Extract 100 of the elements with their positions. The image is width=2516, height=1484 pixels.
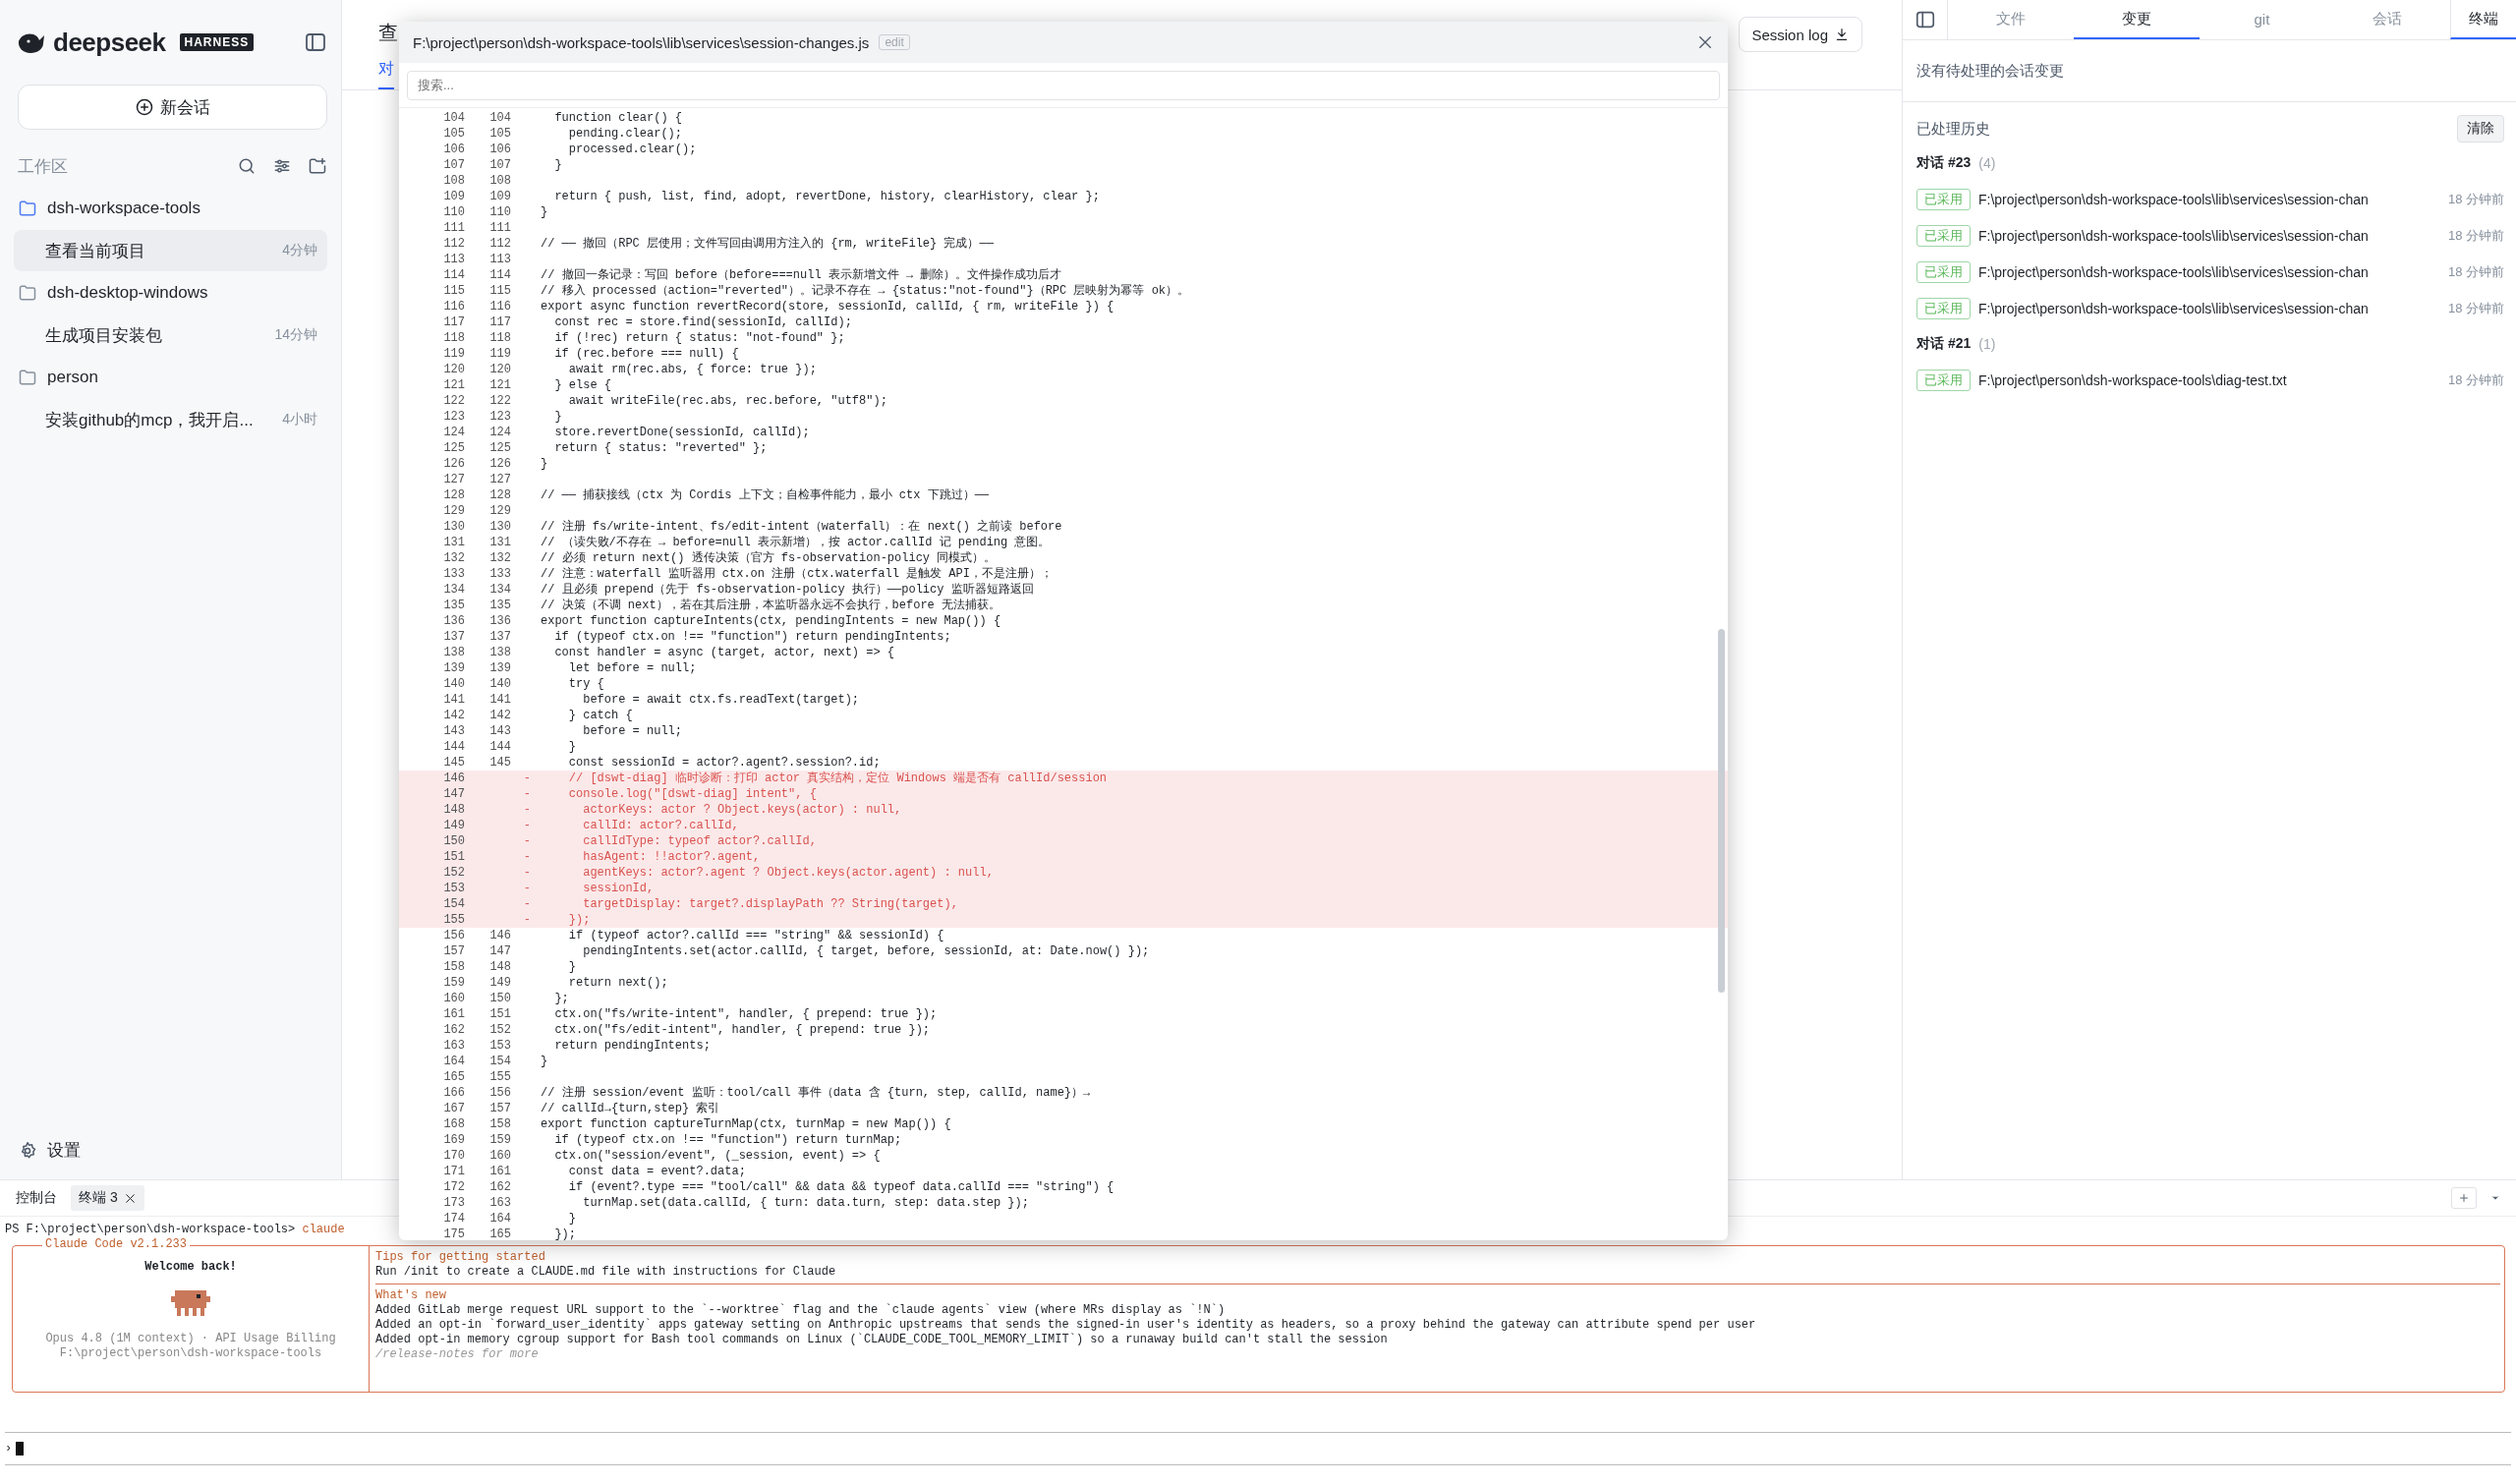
code-line: // （读失败/不存在 → before=null 表示新增），按 actor.callId 记 pending 意图。 (541, 535, 1052, 550)
line-number: 130 (442, 519, 465, 535)
chat-item[interactable]: 生成项目安装包 14分钟 (14, 314, 327, 356)
close-button[interactable] (1696, 33, 1714, 51)
model-info: Opus 4.8 (1M context) · API Usage Billing (45, 1332, 336, 1346)
line-number: 109 (488, 189, 511, 204)
line-number: 121 (488, 377, 511, 393)
file-path[interactable]: F:\project\person\dsh-workspace-tools\lib\services\session-chan (1978, 227, 2440, 244)
clear-button[interactable]: 清除 (2457, 115, 2504, 143)
panel-icon (1914, 9, 1936, 30)
release-notes-hint: /release-notes for more (375, 1347, 540, 1362)
line-number: 148 (442, 802, 465, 818)
settings-link[interactable]: 设置 (47, 1139, 81, 1162)
line-number: 147 (488, 943, 511, 959)
new-chat-button[interactable]: 新会话 (18, 85, 327, 130)
code-line: } (541, 456, 549, 472)
code-line: return pendingIntents; (553, 1038, 712, 1054)
line-number: 164 (488, 1211, 511, 1227)
terminal-tab[interactable]: 终端 3 (71, 1185, 144, 1211)
line-number: 117 (442, 314, 465, 330)
project-name[interactable]: dsh-desktop-windows (47, 283, 208, 303)
panel-tab[interactable]: 终端 (2450, 0, 2516, 39)
session-log-button[interactable]: Session log (1739, 17, 1862, 52)
file-path[interactable]: F:\project\person\dsh-workspace-tools\lib\services\session-chan (1978, 191, 2440, 207)
diff-marker: - (522, 881, 532, 896)
line-number: 142 (442, 708, 465, 723)
line-number: 112 (488, 236, 511, 252)
line-number: 110 (488, 204, 511, 220)
code-line: export function captureIntents(ctx, pendingIntents = new Map()) { (541, 613, 1002, 629)
group-title: 对话 #23 (1916, 154, 1972, 172)
news-heading: What's new (375, 1288, 447, 1303)
line-number: 114 (442, 267, 465, 283)
line-number: 127 (488, 472, 511, 487)
code-line: // [dswt-diag] 临时诊断：打印 actor 真实结构，定位 Windows 端是否有 callId/session (567, 771, 1109, 786)
project-name[interactable]: dsh-workspace-tools (47, 199, 200, 218)
line-number: 132 (442, 550, 465, 566)
download-icon (1834, 27, 1850, 42)
code-line: if (typeof actor?.callId === "string" && sessionId) { (567, 928, 945, 943)
harness-badge: HARNESS (179, 33, 255, 51)
line-number: 137 (488, 629, 511, 645)
line-number: 146 (442, 771, 465, 786)
line-number: 129 (442, 503, 465, 519)
code-line: } (553, 157, 563, 173)
line-number: 158 (442, 959, 465, 975)
line-number: 122 (488, 393, 511, 409)
line-number: 157 (442, 943, 465, 959)
line-number: 156 (488, 1085, 511, 1101)
search-field[interactable]: 搜索... (407, 70, 1720, 100)
line-number: 119 (442, 346, 465, 362)
code-line: sessionId, (582, 881, 656, 896)
file-path[interactable]: F:\project\person\dsh-workspace-tools\lib\services\session-chan (1978, 300, 2440, 316)
code-line: } else { (553, 377, 612, 393)
terminal-tab[interactable]: 控制台 (8, 1185, 65, 1211)
add-terminal-button[interactable] (2451, 1187, 2477, 1209)
line-number: 110 (442, 204, 465, 220)
sliders-icon (272, 156, 292, 176)
line-number: 158 (488, 1116, 511, 1132)
code-line: } (541, 204, 549, 220)
code-line: // 必须 return next() 透传决策（官方 fs-observation-policy 同模式）。 (541, 550, 998, 566)
project-name[interactable]: person (47, 368, 98, 387)
code-line: processed.clear(); (567, 142, 698, 157)
diff-marker: - (522, 896, 532, 912)
news-item: Added GitLab merge request URL support to the `--worktree` flag and the `claude agents` view (where MRs display as `!N`) (375, 1303, 1227, 1318)
file-path[interactable]: F:\project\person\dsh-workspace-tools\diag-test.txt (1978, 371, 2440, 388)
status-tag: 已采用 (1916, 297, 1971, 319)
tips-text: Run /init to create a CLAUDE.md file with instructions for Claude (375, 1265, 837, 1280)
chat-item[interactable]: 安装github的mcp，我开启... 4小时 (14, 399, 327, 440)
code-line: return { status: "reverted" }; (553, 440, 769, 456)
folder-icon (18, 283, 37, 303)
news-item: Added an opt-in `forward_user_identity` apps gateway setting on Anthropic upstreams that sends the signed-in user's identity as headers, so a proxy behind the gateway can attribute spend per user (375, 1318, 1757, 1333)
code-line: turnMap.set(data.callId, { turn: data.turn, step: data.step }); (582, 1195, 1030, 1211)
line-number: 171 (442, 1164, 465, 1179)
code-line: await rm(rec.abs, { force: true }); (567, 362, 818, 377)
line-number: 136 (442, 613, 465, 629)
caret-icon (2490, 1193, 2500, 1203)
chat-time: 4小时 (282, 411, 317, 428)
code-line: before = null; (582, 723, 684, 739)
code-line: callIdType: typeof actor?.callId, (582, 833, 818, 849)
line-number: 152 (442, 865, 465, 881)
conversation-tab[interactable]: 对 (378, 59, 394, 89)
scrollbar-thumb[interactable] (1718, 629, 1725, 993)
code-line: agentKeys: actor?.agent ? Object.keys(actor.agent) : null, (582, 865, 995, 881)
code-line: // 注册 fs/write-intent、fs/edit-intent（waterfall）：在 next() 之前读 before (541, 519, 1063, 535)
line-number: 111 (442, 220, 465, 236)
code-line: // callId→{turn,step} 索引 (541, 1101, 721, 1116)
code-line: const handler = async (target, actor, next) => { (553, 645, 896, 660)
line-number: 114 (488, 267, 511, 283)
code-line: export async function revertRecord(store, sessionId, callId, { rm, writeFile }) { (541, 299, 1115, 314)
code-line: ctx.on("fs/write-intent", handler, { prepend: true }); (553, 1006, 939, 1022)
line-number: 115 (488, 283, 511, 299)
line-number: 129 (488, 503, 511, 519)
line-number: 150 (442, 833, 465, 849)
code-line: const rec = store.find(sessionId, callId); (553, 314, 853, 330)
chat-item[interactable]: 查看当前项目 4分钟 (14, 230, 327, 271)
conversation-title: 查 (378, 21, 398, 45)
line-number: 140 (442, 676, 465, 692)
line-number: 107 (442, 157, 465, 173)
panel-tab[interactable]: 变更 (2073, 0, 2200, 39)
line-number: 124 (442, 425, 465, 440)
file-path[interactable]: F:\project\person\dsh-workspace-tools\lib\services\session-chan (1978, 263, 2440, 280)
